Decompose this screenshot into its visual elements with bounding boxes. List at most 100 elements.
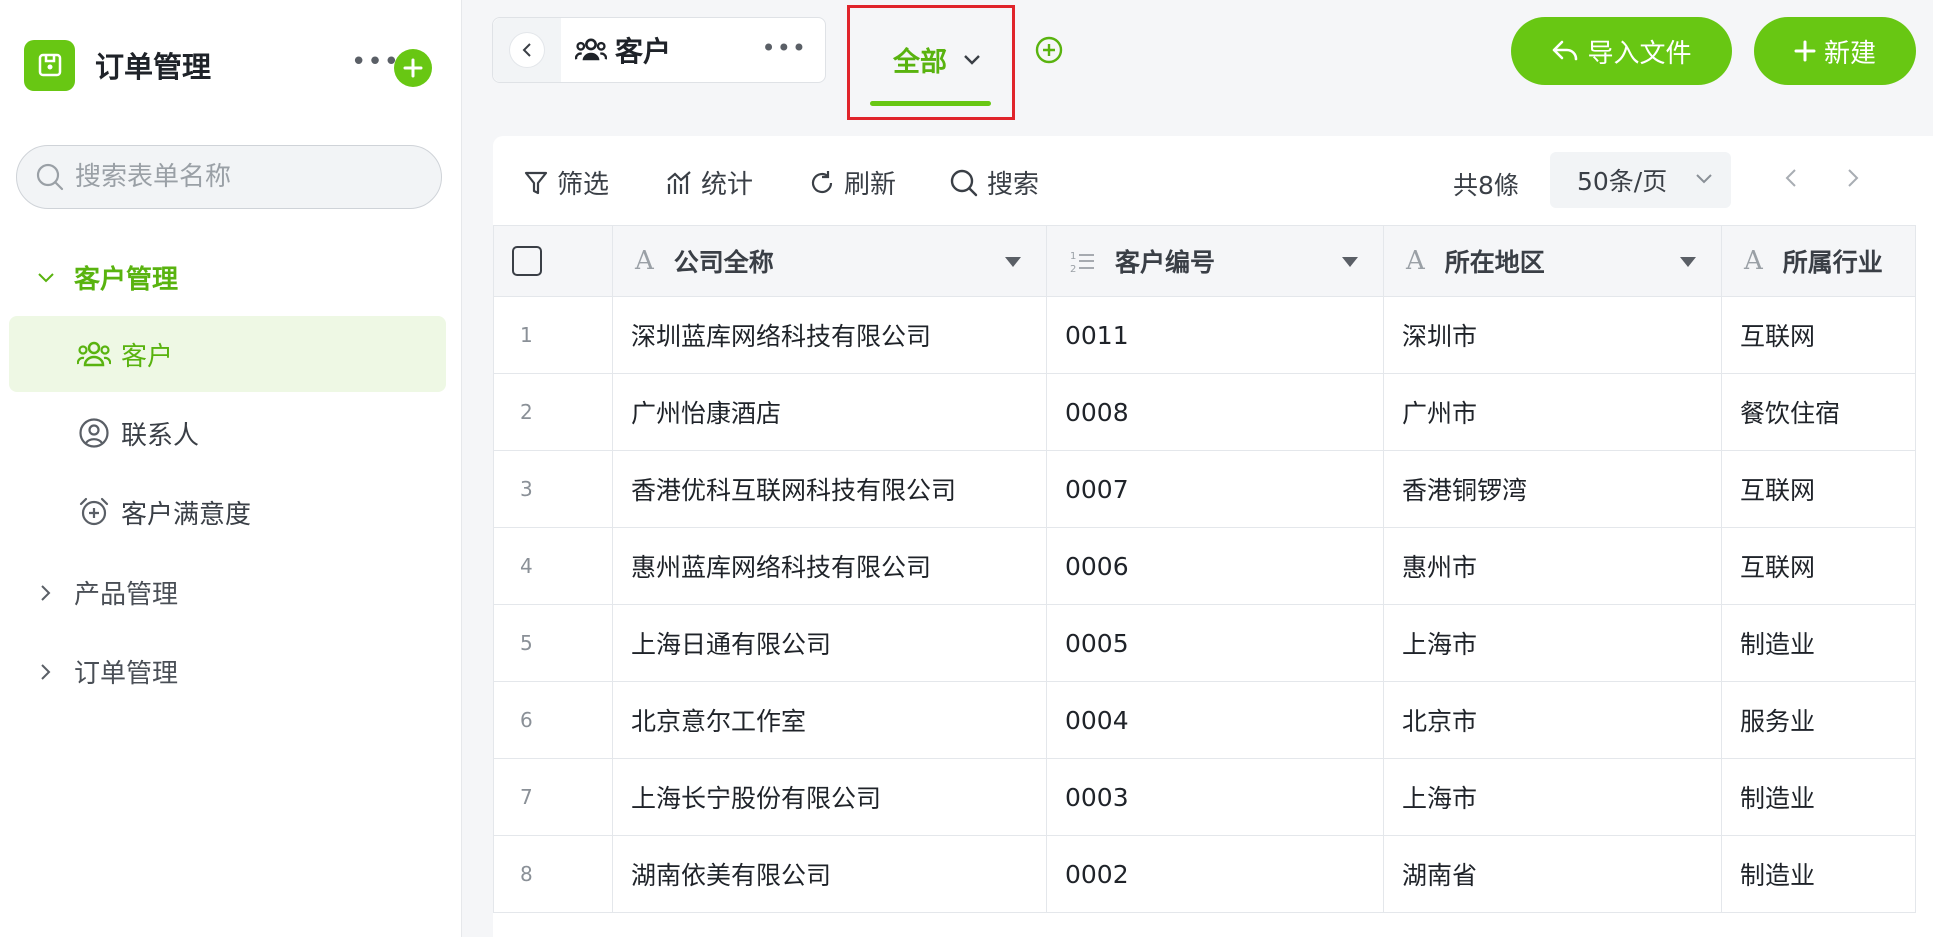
users-icon xyxy=(77,337,111,371)
filter-button[interactable]: 筛选 xyxy=(523,164,609,201)
table-row[interactable]: 7 上海长宁股份有限公司 0003 上海市 制造业 xyxy=(493,758,1916,836)
add-view-icon[interactable] xyxy=(1034,35,1064,65)
code-cell: 0004 xyxy=(1046,681,1384,759)
more-icon[interactable]: ••• xyxy=(762,34,807,62)
table-row[interactable]: 1 深圳蓝库网络科技有限公司 0011 深圳市 互联网 xyxy=(493,296,1916,374)
code-cell: 0011 xyxy=(1046,296,1384,374)
column-header-industry[interactable]: A 所属行业 xyxy=(1721,225,1916,297)
select-all-checkbox[interactable] xyxy=(512,246,542,276)
import-file-label: 导入文件 xyxy=(1587,38,1692,69)
svg-text:2: 2 xyxy=(1070,264,1076,274)
industry-cell: 互联网 xyxy=(1721,450,1916,528)
import-file-button[interactable]: 导入文件 xyxy=(1511,17,1732,85)
column-title: 公司全称 xyxy=(673,248,774,277)
prev-page-icon[interactable] xyxy=(1783,166,1799,190)
table-row[interactable]: 6 北京意尔工作室 0004 北京市 服务业 xyxy=(493,681,1916,759)
industry-cell: 制造业 xyxy=(1721,604,1916,682)
page-size-label: 50条/页 xyxy=(1577,167,1668,196)
industry-cell: 制造业 xyxy=(1721,758,1916,836)
caret-down-icon[interactable] xyxy=(1341,256,1359,268)
number-type-icon: 12 xyxy=(1070,251,1094,274)
row-index-cell: 4 xyxy=(493,527,613,605)
caret-down-icon[interactable] xyxy=(1679,256,1697,268)
alarm-plus-icon xyxy=(77,495,111,529)
new-record-button[interactable]: 新建 xyxy=(1754,17,1916,85)
stats-button[interactable]: 统计 xyxy=(665,164,753,201)
sidebar-group-label: 产品管理 xyxy=(74,580,179,610)
app-title: 订单管理 xyxy=(95,50,212,84)
region-cell: 上海市 xyxy=(1383,604,1722,682)
row-index-cell: 2 xyxy=(493,373,613,451)
caret-down-icon[interactable] xyxy=(1004,256,1022,268)
sidebar-item-contacts[interactable]: 联系人 xyxy=(9,395,446,471)
plus-icon xyxy=(1794,40,1816,62)
column-header-region[interactable]: A 所在地区 xyxy=(1383,225,1722,297)
form-title: 客户 xyxy=(575,30,671,70)
sidebar: 订单管理 ••• 客户管理 客户 联系人 客户满意度 xyxy=(0,0,462,937)
industry-cell: 互联网 xyxy=(1721,527,1916,605)
row-index-cell: 7 xyxy=(493,758,613,836)
table-row[interactable]: 8 湖南依美有限公司 0002 湖南省 制造业 xyxy=(493,835,1916,913)
chevron-down-icon xyxy=(36,272,56,284)
column-header-code[interactable]: 1 2 客户编号 xyxy=(1046,225,1384,297)
region-cell: 香港铜锣湾 xyxy=(1383,450,1722,528)
toolbar: 筛选 统计 刷新 搜索 共8條 50条/页 xyxy=(493,136,1933,224)
page-size-select[interactable]: 50条/页 xyxy=(1550,152,1731,208)
sidebar-search[interactable] xyxy=(16,145,442,209)
filter-label: 筛选 xyxy=(557,170,610,200)
row-index-cell: 3 xyxy=(493,450,613,528)
active-tab-indicator xyxy=(870,101,991,106)
sidebar-item-satisfaction[interactable]: 客户满意度 xyxy=(9,474,446,550)
company-cell: 上海长宁股份有限公司 xyxy=(612,758,1047,836)
company-cell: 惠州蓝库网络科技有限公司 xyxy=(612,527,1047,605)
search-button[interactable]: 搜索 xyxy=(949,164,1039,201)
code-cell: 0003 xyxy=(1046,758,1384,836)
industry-cell: 互联网 xyxy=(1721,296,1916,374)
search-icon xyxy=(950,169,978,196)
region-cell: 惠州市 xyxy=(1383,527,1722,605)
sidebar-item-label: 客户满意度 xyxy=(121,499,252,530)
company-cell: 北京意尔工作室 xyxy=(612,681,1047,759)
region-cell: 广州市 xyxy=(1383,373,1722,451)
form-title-card: 客户 ••• xyxy=(492,17,826,83)
app-more-icon[interactable]: ••• xyxy=(351,47,400,77)
next-page-icon[interactable] xyxy=(1845,166,1861,190)
record-count: 共8條 xyxy=(1453,171,1519,200)
row-index-cell: 8 xyxy=(493,835,613,913)
chevron-down-icon xyxy=(964,54,980,65)
reply-icon xyxy=(1553,40,1578,61)
refresh-button[interactable]: 刷新 xyxy=(808,164,896,201)
svg-text:1: 1 xyxy=(1070,251,1076,262)
code-cell: 0007 xyxy=(1046,450,1384,528)
back-button[interactable] xyxy=(493,18,561,82)
search-input[interactable] xyxy=(75,162,415,192)
table-row[interactable]: 2 广州怡康酒店 0008 广州市 餐饮住宿 xyxy=(493,373,1916,451)
code-cell: 0005 xyxy=(1046,604,1384,682)
sidebar-item-customer[interactable]: 客户 xyxy=(9,316,446,392)
tab-all-view[interactable]: 全部 xyxy=(847,5,1015,120)
table-row[interactable]: 5 上海日通有限公司 0005 上海市 制造业 xyxy=(493,604,1916,682)
industry-cell: 餐饮住宿 xyxy=(1721,373,1916,451)
add-form-button[interactable] xyxy=(394,49,432,87)
search-label: 搜索 xyxy=(987,170,1040,200)
user-circle-icon xyxy=(77,416,111,450)
chevron-right-icon xyxy=(36,663,56,681)
form-title-label: 客户 xyxy=(615,35,672,68)
table-row[interactable]: 4 惠州蓝库网络科技有限公司 0006 惠州市 互联网 xyxy=(493,527,1916,605)
column-title: 客户编号 xyxy=(1115,248,1216,277)
select-all-cell xyxy=(493,225,613,297)
sidebar-group-order[interactable]: 订单管理 xyxy=(36,653,178,690)
search-icon xyxy=(36,163,64,191)
sidebar-group-product[interactable]: 产品管理 xyxy=(36,574,178,611)
column-title: 所在地区 xyxy=(1444,248,1545,277)
row-index-cell: 5 xyxy=(493,604,613,682)
data-table: A 公司全称 1 2 客户编号 A 所在地区 A 所属行业 1 深圳蓝库网络科技有限公司 00… xyxy=(493,225,1916,913)
table-row[interactable]: 3 香港优科互联网科技有限公司 0007 香港铜锣湾 互联网 xyxy=(493,450,1916,528)
industry-cell: 制造业 xyxy=(1721,835,1916,913)
sidebar-group-label: 客户管理 xyxy=(74,265,179,295)
column-header-company[interactable]: A 公司全称 xyxy=(612,225,1047,297)
app-header: 订单管理 ••• xyxy=(24,37,434,93)
region-cell: 上海市 xyxy=(1383,758,1722,836)
sidebar-group-customer[interactable]: 客户管理 xyxy=(36,259,178,296)
chevron-left-icon xyxy=(510,33,544,67)
